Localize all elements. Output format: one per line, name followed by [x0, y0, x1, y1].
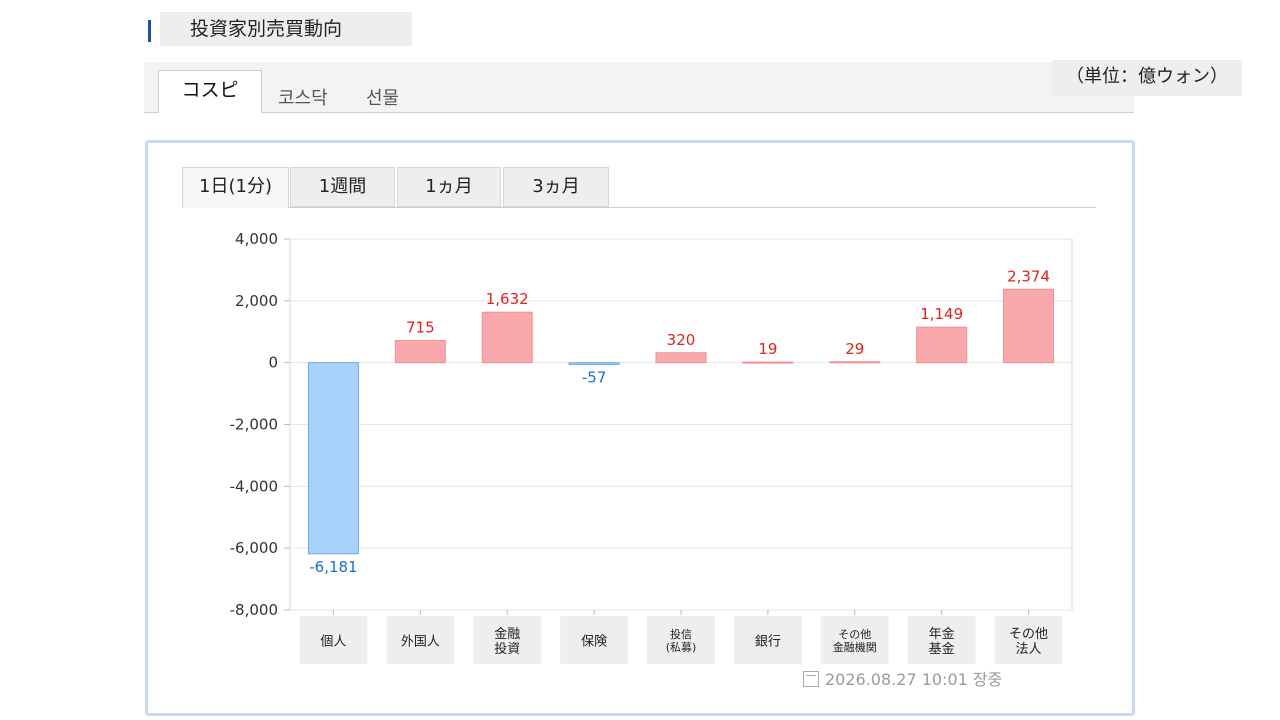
data-label: 29: [845, 340, 864, 358]
calendar-icon: [803, 671, 819, 687]
category-label: 金融機関: [833, 640, 877, 654]
category-label: 個人: [320, 635, 346, 650]
data-label: -6,181: [309, 558, 357, 576]
category-label: 投信: [670, 627, 692, 641]
timestamp-text: 2026.08.27 10:01 장중: [825, 670, 1003, 689]
category-label: 金融: [494, 626, 520, 642]
category-label: 基金: [929, 641, 955, 657]
data-label: 320: [667, 331, 696, 349]
bar: [655, 352, 707, 364]
bar: [307, 362, 359, 555]
category-label: 年金: [929, 626, 955, 642]
data-label: 715: [406, 319, 435, 337]
bar-chart: 4,000 2,000 0 -2,000 -4,000 -6,000 -8,000 -6,18…: [230, 230, 1073, 664]
bar: [829, 361, 881, 364]
data-label: 1,632: [486, 290, 529, 308]
bar: [394, 340, 446, 364]
category-label: (私募): [666, 641, 697, 654]
data-label: 1,149: [920, 305, 963, 323]
data-label: -57: [582, 368, 607, 386]
category-label: その他: [838, 628, 871, 641]
bar: [1003, 288, 1055, 364]
bar: [568, 362, 620, 365]
category-label: 銀行: [755, 635, 781, 650]
bar: [481, 311, 533, 364]
data-label: 19: [758, 340, 777, 358]
y-tick-label: -4,000: [230, 477, 278, 495]
y-tick-label: -6,000: [230, 539, 278, 557]
data-label: 2,374: [1007, 267, 1050, 285]
y-tick-label: 4,000: [235, 230, 278, 248]
timestamp: 2026.08.27 10:01 장중: [803, 666, 1002, 690]
category-label: 外国人: [401, 635, 440, 650]
y-tick-label: 2,000: [235, 292, 278, 310]
category-label: 保険: [581, 635, 607, 650]
bar: [916, 326, 968, 364]
category-label: その他: [1009, 627, 1048, 642]
y-tick-label: -8,000: [230, 601, 278, 619]
category-label: 法人: [1016, 642, 1042, 657]
y-tick-label: 0: [268, 354, 278, 372]
category-label: 投資: [494, 641, 520, 657]
bar: [742, 361, 794, 364]
y-tick-label: -2,000: [230, 416, 278, 434]
